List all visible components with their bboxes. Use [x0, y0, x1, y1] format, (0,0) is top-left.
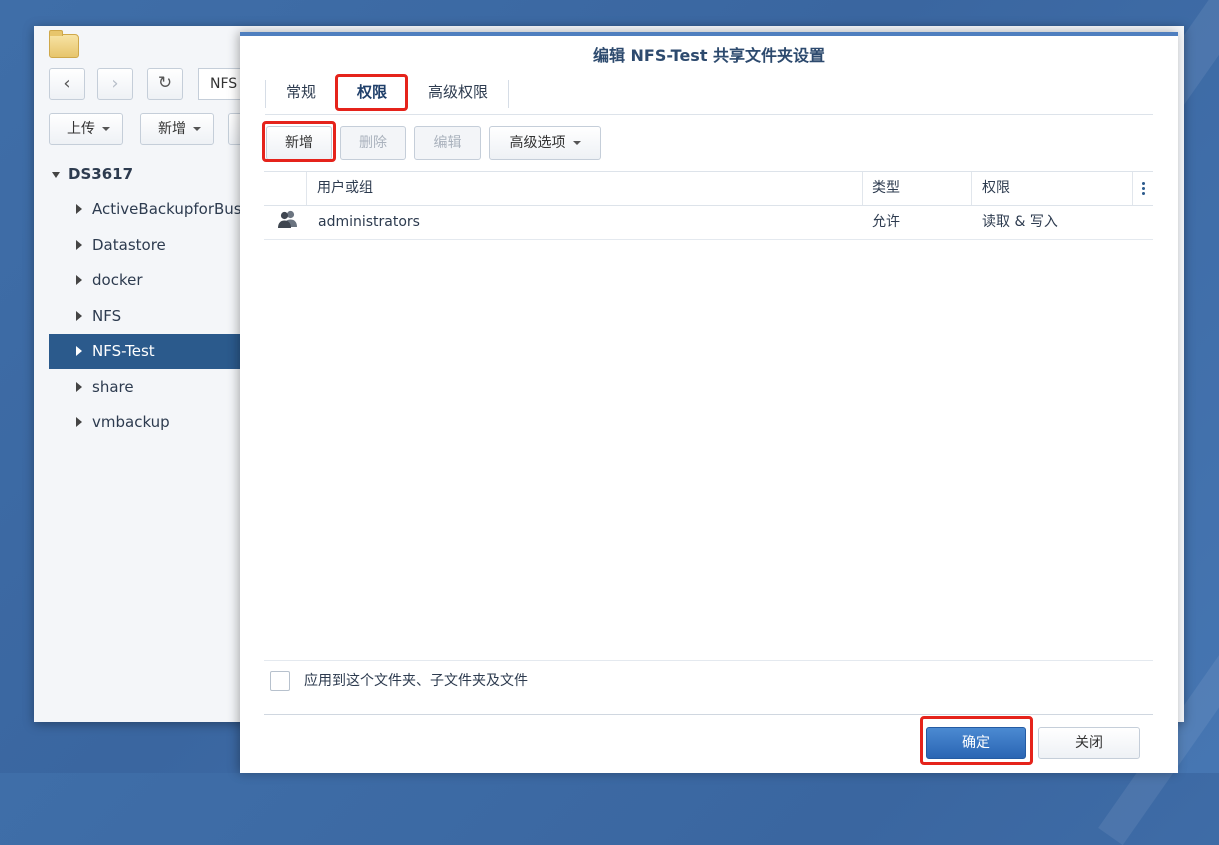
collapsed-arrow-icon — [76, 416, 82, 427]
chevron-down-icon — [193, 127, 201, 131]
collapsed-arrow-icon — [76, 381, 82, 392]
create-button[interactable]: 新增 — [140, 113, 214, 145]
collapsed-arrow-icon — [76, 310, 82, 321]
tab-permissions[interactable]: 权限 — [341, 74, 403, 110]
column-header-user-group[interactable]: 用户或组 — [317, 172, 373, 205]
delete-button[interactable]: 删除 — [340, 126, 406, 160]
tab-general[interactable]: 常规 — [273, 74, 329, 110]
collapsed-arrow-icon — [76, 274, 82, 285]
add-button[interactable]: 新增 — [266, 126, 332, 160]
refresh-button[interactable]: ↻ — [147, 68, 183, 100]
tree-root-label: DS3617 — [68, 165, 134, 183]
upload-label: 上传 — [67, 121, 95, 137]
column-separator — [306, 172, 307, 205]
column-header-type[interactable]: 类型 — [872, 172, 900, 205]
tab-advanced-permissions[interactable]: 高级权限 — [417, 74, 499, 110]
tree-item-label: vmbackup — [92, 413, 170, 431]
tree-item-nfs[interactable]: NFS — [49, 299, 249, 334]
tab-divider — [265, 114, 1153, 115]
folder-app-icon — [49, 30, 79, 58]
permission-grid: 用户或组 类型 权限 administrators 允许 读取 & 写入 — [264, 171, 1153, 662]
expand-arrow-icon — [52, 171, 60, 178]
back-button[interactable]: ‹ — [49, 68, 85, 100]
tree-item-vmbackup[interactable]: vmbackup — [49, 405, 249, 440]
upload-button[interactable]: 上传 — [49, 113, 123, 145]
tree-item-label: Datastore — [92, 236, 166, 254]
apply-recursive-label[interactable]: 应用到这个文件夹、子文件夹及文件 — [304, 661, 528, 701]
tree-item-label: NFS-Test — [92, 342, 155, 360]
tree-item-share[interactable]: share — [49, 370, 249, 405]
chevron-down-icon — [572, 141, 581, 145]
close-button[interactable]: 关闭 — [1038, 727, 1140, 759]
chevron-down-icon — [102, 127, 110, 131]
apply-recursive-checkbox[interactable] — [270, 671, 290, 691]
apply-option-row: 应用到这个文件夹、子文件夹及文件 — [264, 660, 1153, 703]
user-group-icon — [276, 207, 300, 240]
tree-item-docker[interactable]: docker — [49, 263, 249, 298]
create-label: 新增 — [158, 121, 186, 137]
collapsed-arrow-icon — [76, 203, 82, 214]
column-separator — [1132, 172, 1133, 205]
ok-button[interactable]: 确定 — [926, 727, 1026, 759]
edit-shared-folder-dialog: 编辑 NFS-Test 共享文件夹设置 常规 权限 高级权限 新增 删除 编辑 … — [240, 32, 1178, 773]
collapsed-arrow-icon — [76, 239, 82, 250]
tree-item-nfs-test[interactable]: NFS-Test — [49, 334, 249, 369]
column-header-permission[interactable]: 权限 — [982, 172, 1010, 205]
edit-button[interactable]: 编辑 — [414, 126, 481, 160]
tree-root[interactable]: DS3617 — [52, 165, 133, 183]
permission-type: 允许 — [872, 214, 900, 230]
tree-item-datastore[interactable]: Datastore — [49, 228, 249, 263]
tab-separator — [508, 80, 509, 108]
dialog-title: 编辑 NFS-Test 共享文件夹设置 — [592, 46, 826, 65]
permission-value: 读取 & 写入 — [982, 214, 1058, 230]
tab-separator — [265, 80, 266, 108]
tree-item-label: docker — [92, 271, 143, 289]
tree-item-activebackup[interactable]: ActiveBackupforBusiness — [49, 192, 249, 227]
column-separator — [971, 172, 972, 205]
tree-item-label: NFS — [92, 307, 122, 325]
tree-item-label: ActiveBackupforBusiness — [92, 200, 249, 218]
column-separator — [862, 172, 863, 205]
grid-header: 用户或组 类型 权限 — [264, 172, 1153, 206]
forward-button[interactable]: › — [97, 68, 133, 100]
advanced-options-button[interactable]: 高级选项 — [489, 126, 601, 160]
tree-item-label: share — [92, 378, 134, 396]
collapsed-arrow-icon — [76, 345, 82, 356]
footer-divider — [264, 714, 1153, 715]
table-row[interactable]: administrators 允许 读取 & 写入 — [264, 206, 1153, 240]
user-group-name: administrators — [318, 214, 420, 230]
column-menu-icon[interactable] — [1142, 182, 1145, 195]
advanced-options-label: 高级选项 — [509, 135, 566, 151]
